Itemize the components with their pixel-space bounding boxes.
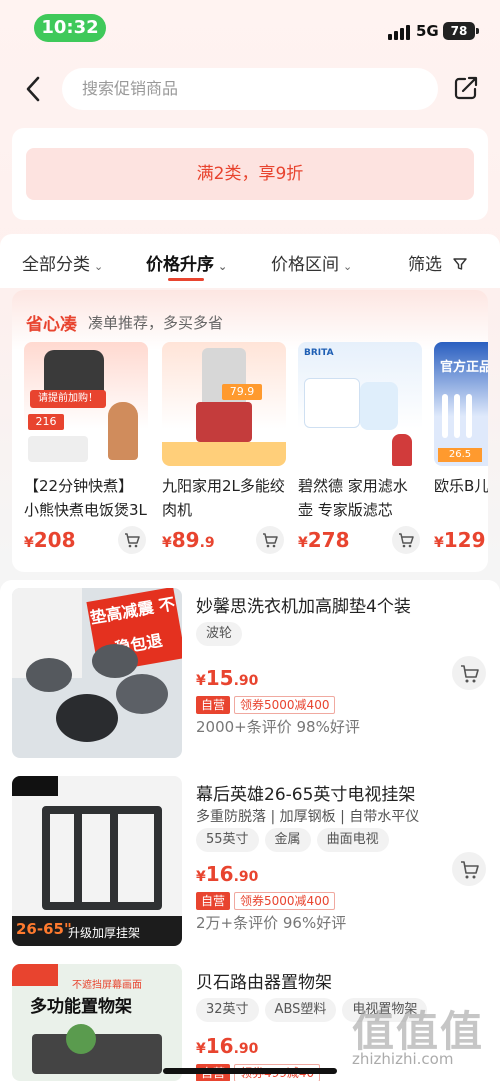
chevron-down-icon: ⌄	[343, 260, 353, 273]
recommend-card[interactable]: 请提前加购！ 216 【22分钟快煮】小熊快煮电饭煲3L ¥208	[24, 342, 148, 568]
filter-screen[interactable]: 筛选	[408, 250, 468, 275]
battery-icon: 78	[443, 22, 479, 40]
product-tag: 波轮	[196, 622, 243, 646]
active-filter-underline	[168, 278, 204, 281]
product-title: 贝石路由器置物架	[196, 973, 332, 993]
list-item[interactable]: 26-65" 升级加厚挂架 幕后英雄26-65英寸电视挂架 多重防脱落 | 加厚…	[12, 768, 488, 948]
signal-icon	[388, 24, 410, 40]
product-image: 官方正品 26.5	[434, 342, 488, 466]
product-tag: 55英寸	[196, 828, 259, 852]
product-price: ¥15.90	[196, 666, 259, 690]
network-label: 5G	[416, 22, 439, 40]
coupon-badge[interactable]: 领券5000减400	[234, 696, 336, 714]
product-image: 垫高减震 不稳包退	[12, 588, 182, 758]
recommend-card[interactable]: 官方正品 26.5 欧乐B儿童牙刷头 ¥129	[434, 342, 488, 568]
cart-icon[interactable]	[452, 656, 486, 690]
recommend-section: 省心凑 凑单推荐，多买多省 请提前加购！ 216 【22分钟快煮】小熊快煮电饭煲…	[12, 290, 488, 572]
recommend-subtitle: 凑单推荐，多买多省	[88, 314, 224, 332]
product-image: 79.9	[162, 342, 286, 466]
status-bar: 10:32 5G 78	[0, 0, 500, 52]
home-indicator	[163, 1068, 337, 1074]
share-icon[interactable]	[452, 74, 480, 102]
cart-icon[interactable]	[256, 526, 284, 554]
product-image: 请提前加购！ 216	[24, 342, 148, 466]
watermark-url: zhizhizhi.com	[352, 1050, 454, 1068]
product-image: 26-65" 升级加厚挂架	[12, 776, 182, 946]
self-operated-badge: 自营	[196, 892, 231, 910]
coupon-badge[interactable]: 领券5000减400	[234, 892, 336, 910]
product-price: ¥16.90	[196, 1034, 259, 1058]
back-arrow-icon[interactable]	[22, 74, 46, 104]
recommend-card[interactable]: 79.9 九阳家用2L多能绞肉机 ¥89.9	[162, 342, 286, 568]
chevron-down-icon: ⌄	[218, 260, 228, 273]
cart-icon[interactable]	[392, 526, 420, 554]
review-summary: 2000+条评价 98%好评	[196, 718, 360, 736]
product-image: BRITA	[298, 342, 422, 466]
product-features: 多重防脱落 | 加厚钢板 | 自带水平仪	[196, 809, 420, 825]
funnel-icon	[453, 258, 468, 270]
filter-price-range[interactable]: 价格区间 ⌄	[271, 250, 352, 275]
promo-card: 满2类，享9折	[12, 128, 488, 220]
filter-all-categories[interactable]: 全部分类 ⌄	[22, 250, 103, 275]
product-title: 幕后英雄26-65英寸电视挂架	[196, 785, 416, 805]
self-operated-badge: 自营	[196, 696, 231, 714]
product-price: ¥16.90	[196, 862, 259, 886]
list-item[interactable]: 垫高减震 不稳包退 妙馨思洗衣机加高脚垫4个装 波轮 ¥15.90 自营 领券50…	[12, 580, 488, 760]
recommend-card[interactable]: BRITA 碧然德 家用滤水壶 专家版滤芯 ¥278	[298, 342, 422, 568]
product-tag: 32英寸	[196, 998, 259, 1022]
product-image: 不遮挡屏幕画面 多功能置物架	[12, 964, 182, 1081]
product-tag: 曲面电视	[316, 828, 389, 852]
product-tag: ABS塑料	[264, 998, 337, 1022]
search-input[interactable]: 搜索促销商品	[62, 68, 438, 110]
filter-price-asc[interactable]: 价格升序 ⌄	[146, 250, 227, 275]
cart-icon[interactable]	[118, 526, 146, 554]
recommend-title: 省心凑	[26, 315, 77, 335]
promo-banner[interactable]: 满2类，享9折	[26, 148, 474, 200]
product-tag: 金属	[264, 828, 311, 852]
status-time: 10:32	[34, 14, 106, 42]
product-title: 妙馨思洗衣机加高脚垫4个装	[196, 597, 411, 617]
review-summary: 2万+条评价 96%好评	[196, 914, 347, 932]
chevron-down-icon: ⌄	[94, 260, 104, 273]
cart-icon[interactable]	[452, 852, 486, 886]
filter-bar: 全部分类 ⌄ 价格升序 ⌄ 价格区间 ⌄ 筛选	[0, 234, 500, 288]
